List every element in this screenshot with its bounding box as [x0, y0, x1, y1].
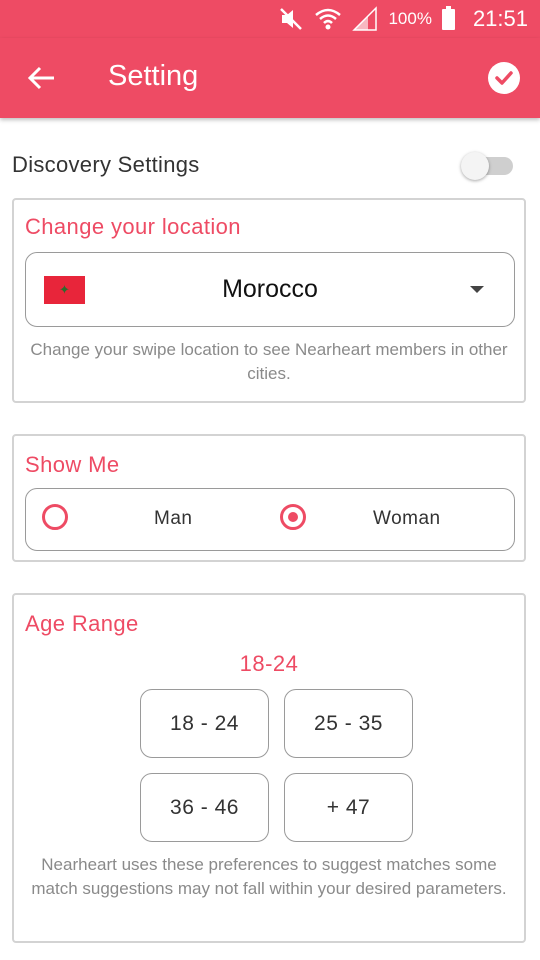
- radio-label-man: Man: [154, 508, 193, 529]
- back-button[interactable]: [22, 60, 62, 96]
- discovery-settings-label: Discovery Settings: [12, 152, 200, 177]
- show-me-card: Show Me Man Woman: [12, 434, 526, 562]
- toggle-thumb: [461, 152, 489, 180]
- age-button-25-35[interactable]: 25 - 35: [284, 689, 413, 758]
- selected-location: Morocco: [222, 275, 318, 303]
- save-button[interactable]: [488, 62, 520, 94]
- radio-label-woman: Woman: [373, 508, 441, 529]
- age-range-card: Age Range 18-24 18 - 24 25 - 35 36 - 46 …: [12, 593, 526, 943]
- radio-dot: [288, 512, 298, 522]
- age-button-47-plus[interactable]: + 47: [284, 773, 413, 842]
- check-circle-icon: [495, 71, 513, 85]
- app-bar: Setting: [0, 38, 540, 118]
- status-icons: 100% 21:51: [278, 4, 528, 34]
- gender-radio-group: Man Woman: [25, 488, 515, 551]
- clock: 21:51: [472, 6, 528, 31]
- radio-option-woman[interactable]: Woman: [266, 489, 514, 550]
- radio-checked-icon: [280, 504, 306, 530]
- page-title: Setting: [108, 60, 199, 92]
- radio-option-man[interactable]: Man: [26, 489, 266, 550]
- location-help-text: Change your swipe location to see Nearhe…: [30, 340, 508, 383]
- age-range-title: Age Range: [25, 611, 139, 636]
- location-title: Change your location: [25, 214, 241, 239]
- signal-icon: [352, 6, 378, 31]
- location-dropdown[interactable]: ✦ Morocco: [25, 252, 515, 327]
- show-me-title: Show Me: [25, 452, 120, 477]
- battery-percent: 100%: [388, 9, 432, 28]
- discovery-toggle[interactable]: [461, 152, 513, 180]
- age-button-18-24[interactable]: 18 - 24: [140, 689, 269, 758]
- location-card: Change your location ✦ Morocco Change yo…: [12, 198, 526, 403]
- wifi-icon: [315, 8, 342, 30]
- age-range-value: 18-24: [239, 651, 299, 676]
- chevron-down-icon: [470, 286, 484, 293]
- age-range-help-text: Nearheart uses these preferences to sugg…: [31, 855, 507, 898]
- mute-icon: [280, 8, 303, 30]
- arrow-left-icon: [27, 66, 54, 90]
- age-button-36-46[interactable]: 36 - 46: [140, 773, 269, 842]
- battery-icon: [441, 5, 455, 30]
- radio-unchecked-icon: [42, 504, 68, 530]
- status-bar: 100% 21:51: [0, 0, 540, 38]
